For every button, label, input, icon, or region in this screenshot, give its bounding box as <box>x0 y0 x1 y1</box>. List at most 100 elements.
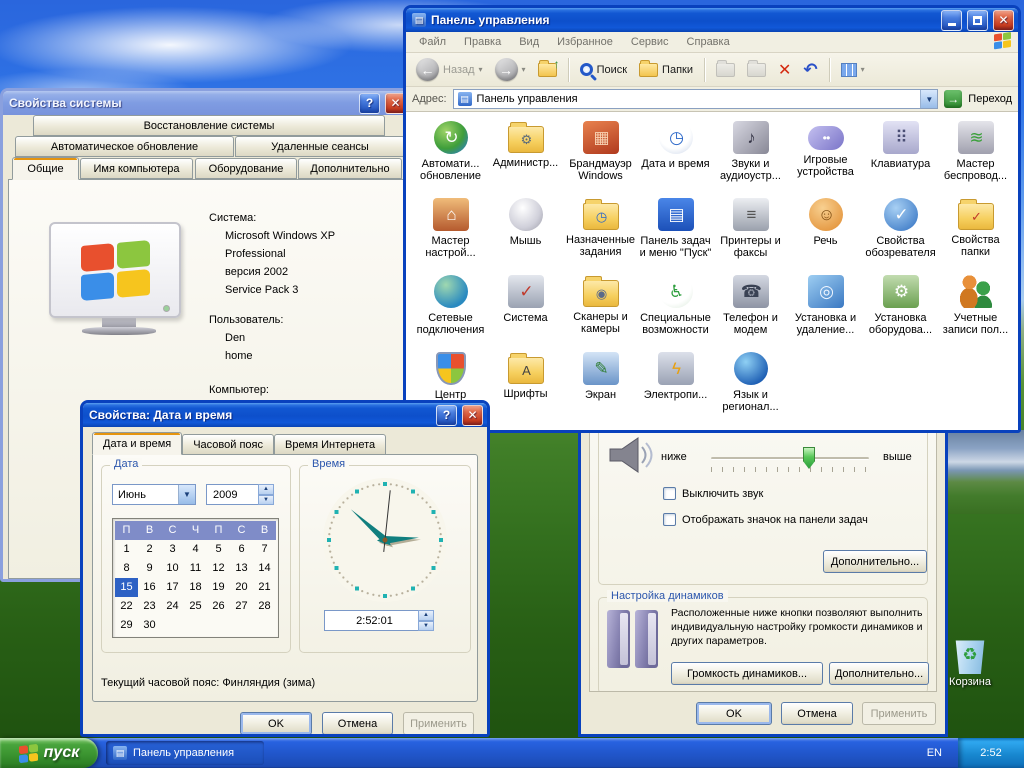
calendar-day[interactable]: 17 <box>161 578 184 597</box>
address-dropdown-button[interactable]: ▼ <box>920 90 938 108</box>
calendar-day[interactable]: 3 <box>161 540 184 559</box>
cp-item-scheduled-tasks[interactable]: ◷ Назначенные задания <box>563 198 638 275</box>
help-button[interactable]: ? <box>359 92 380 114</box>
cp-item-add-remove-programs[interactable]: ◎ Установка и удаление... <box>788 275 863 352</box>
ok-button[interactable]: OK <box>696 702 772 725</box>
calendar-day[interactable]: 8 <box>115 559 138 578</box>
volume-slider-thumb[interactable] <box>803 447 815 469</box>
calendar-day[interactable]: 6 <box>230 540 253 559</box>
mute-checkbox[interactable] <box>663 487 676 500</box>
menu-Сервис[interactable]: Сервис <box>622 34 678 50</box>
cp-item-internet-options[interactable]: ✓ Свойства обозревателя <box>863 198 938 275</box>
tab-computer-name[interactable]: Имя компьютера <box>80 158 193 179</box>
tab-date-time[interactable]: Дата и время <box>92 432 183 455</box>
calendar-day[interactable]: 15 <box>115 578 138 597</box>
advanced-speaker-button[interactable]: Дополнительно... <box>829 662 929 685</box>
forward-button[interactable]: → ▾ <box>491 56 530 83</box>
views-button[interactable]: ▾ <box>837 61 869 79</box>
calendar-day[interactable]: 16 <box>138 578 161 597</box>
calendar-day[interactable] <box>207 616 230 635</box>
move-to-button[interactable] <box>712 59 739 79</box>
calendar-day[interactable]: 14 <box>253 559 276 578</box>
language-indicator[interactable]: EN <box>919 738 950 768</box>
cp-item-sounds-audio[interactable]: ♪ Звуки и аудиоустр... <box>713 121 788 198</box>
cp-item-speech[interactable]: ☺ Речь <box>788 198 863 275</box>
cp-item-add-hardware[interactable]: ⚙ Установка оборудова... <box>863 275 938 352</box>
calendar-day[interactable]: 24 <box>161 597 184 616</box>
calendar-day[interactable] <box>161 616 184 635</box>
calendar-day[interactable]: 13 <box>230 559 253 578</box>
taskbar-task-control-panel[interactable]: ▤ Панель управления <box>106 741 264 765</box>
tab-general[interactable]: Общие <box>12 157 79 180</box>
go-icon[interactable]: → <box>944 90 963 108</box>
tab-time-zone[interactable]: Часовой пояс <box>182 434 274 455</box>
cp-item-power-options[interactable]: ϟ Электропи... <box>638 352 713 429</box>
calendar-day[interactable]: 19 <box>207 578 230 597</box>
up-button[interactable]: ↑ <box>534 57 561 79</box>
cp-item-network-setup-wizard[interactable]: ⌂ Мастер настрой... <box>413 198 488 275</box>
cp-item-user-accounts[interactable]: Учетные записи пол... <box>938 275 1013 352</box>
volume-slider-track[interactable] <box>711 457 869 460</box>
cp-item-mouse[interactable]: Мышь <box>488 198 563 275</box>
calendar-day[interactable]: 10 <box>161 559 184 578</box>
date-time-titlebar[interactable]: Свойства: Дата и время ? ✕ <box>83 403 487 427</box>
calendar-day[interactable]: 26 <box>207 597 230 616</box>
taskbar-icon-checkbox[interactable] <box>663 513 676 526</box>
calendar-day[interactable]: 2 <box>138 540 161 559</box>
cp-item-windows-firewall[interactable]: ▦ Брандмауэр Windows <box>563 121 638 198</box>
cp-item-network-connections[interactable]: Сетевые подключения <box>413 275 488 352</box>
time-spinner[interactable]: 2:52:01 ▲ ▼ <box>324 610 434 631</box>
calendar-day[interactable]: 1 <box>115 540 138 559</box>
cancel-button[interactable]: Отмена <box>322 712 393 734</box>
ok-button[interactable]: OK <box>240 712 312 734</box>
cp-item-display[interactable]: ✎ Экран <box>563 352 638 429</box>
advanced-volume-button[interactable]: Дополнительно... <box>823 550 927 573</box>
cp-item-taskbar-start-menu[interactable]: ▤ Панель задач и меню "Пуск" <box>638 198 713 275</box>
close-button[interactable]: ✕ <box>993 9 1014 31</box>
apply-button[interactable]: Применить <box>403 712 474 734</box>
system-properties-titlebar[interactable]: Свойства системы ? ✕ <box>3 91 410 115</box>
calendar-day[interactable]: 22 <box>115 597 138 616</box>
cancel-button[interactable]: Отмена <box>781 702 853 725</box>
tab-hardware[interactable]: Оборудование <box>195 158 297 179</box>
cp-item-game-controllers[interactable]: • • Игровые устройства <box>788 121 863 198</box>
cp-item-printers-faxes[interactable]: ≡ Принтеры и факсы <box>713 198 788 275</box>
month-select[interactable]: Июнь ▼ <box>112 484 196 505</box>
calendar-day[interactable]: 27 <box>230 597 253 616</box>
minimize-button[interactable] <box>941 9 962 31</box>
calendar-day[interactable]: 18 <box>184 578 207 597</box>
cp-item-phone-modem[interactable]: ☎ Телефон и модем <box>713 275 788 352</box>
calendar-day[interactable]: 7 <box>253 540 276 559</box>
calendar-day[interactable]: 21 <box>253 578 276 597</box>
tab-system-restore[interactable]: Восстановление системы <box>33 115 385 136</box>
calendar-day[interactable]: 4 <box>184 540 207 559</box>
calendar-day[interactable]: 9 <box>138 559 161 578</box>
search-button[interactable]: Поиск <box>576 61 631 78</box>
cp-item-fonts[interactable]: A Шрифты <box>488 352 563 429</box>
menu-Вид[interactable]: Вид <box>510 34 548 50</box>
calendar-day[interactable]: 12 <box>207 559 230 578</box>
close-button[interactable]: ✕ <box>462 404 483 426</box>
menu-Правка[interactable]: Правка <box>455 34 510 50</box>
cp-item-automatic-updates[interactable]: ↻ Автомати... обновление <box>413 121 488 198</box>
copy-to-button[interactable] <box>743 59 770 79</box>
menu-Файл[interactable]: Файл <box>410 34 455 50</box>
calendar-day[interactable]: 20 <box>230 578 253 597</box>
cp-item-administrative-tools[interactable]: ⚙ Администр... <box>488 121 563 198</box>
calendar-day[interactable] <box>253 616 276 635</box>
menu-Избранное[interactable]: Избранное <box>548 34 622 50</box>
cp-item-scanners-cameras[interactable]: ◉ Сканеры и камеры <box>563 275 638 352</box>
cp-item-accessibility[interactable]: ♿ Специальные возможности <box>638 275 713 352</box>
time-up-icon[interactable]: ▲ <box>418 610 434 621</box>
tab-remote[interactable]: Удаленные сеансы <box>235 136 405 157</box>
apply-button[interactable]: Применить <box>862 702 936 725</box>
help-button[interactable]: ? <box>436 404 457 426</box>
cp-item-date-time[interactable]: ◷ Дата и время <box>638 121 713 198</box>
back-button[interactable]: ← Назад ▾ <box>412 56 487 83</box>
calendar-day[interactable]: 5 <box>207 540 230 559</box>
cp-item-folder-options[interactable]: ✓ Свойства папки <box>938 198 1013 275</box>
calendar-day[interactable]: 30 <box>138 616 161 635</box>
delete-button[interactable]: ✕ <box>774 58 795 82</box>
speaker-volume-button[interactable]: Громкость динамиков... <box>671 662 823 685</box>
year-spinner[interactable]: 2009 ▲ ▼ <box>206 484 274 505</box>
